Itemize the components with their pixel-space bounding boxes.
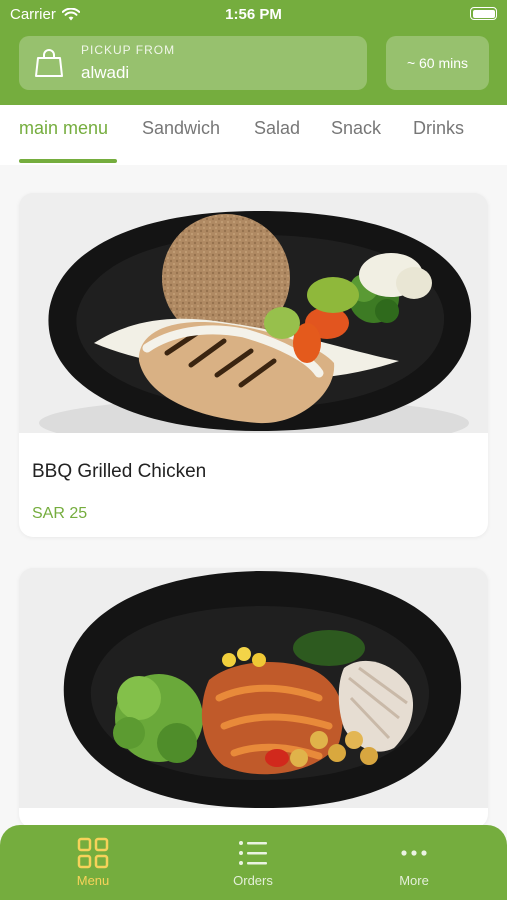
list-icon [239,841,267,865]
product-image [19,568,488,808]
tab-main-menu[interactable]: main menu [19,118,108,139]
status-time: 1:56 PM [225,6,282,23]
shopping-bag-icon [35,49,63,77]
pickup-location-selector[interactable]: PICKUP FROM alwadi [19,36,367,90]
header: Carrier 1:56 PM PICKUP FROM alwadi ~ 60 … [0,0,507,105]
product-name: BBQ Grilled Chicken [32,461,207,482]
pickup-label: PICKUP FROM [81,43,176,57]
category-tabs: main menu Sandwich Salad Snack Drinks [0,105,507,165]
bottom-navigation: Menu Orders More [0,825,507,900]
grid-icon [77,837,109,869]
product-price: SAR 25 [32,505,88,522]
pickup-location-name: alwadi [81,63,130,82]
status-bar: Carrier 1:56 PM [0,0,507,28]
tab-sandwich[interactable]: Sandwich [142,118,220,139]
nav-orders-label: Orders [233,873,273,888]
tab-drinks[interactable]: Drinks [413,118,464,139]
nav-menu[interactable]: Menu [53,837,133,888]
more-icon [401,850,427,856]
nav-orders[interactable]: Orders [213,837,293,888]
product-card[interactable] [19,568,488,828]
active-tab-indicator [19,159,117,163]
tab-snack[interactable]: Snack [331,118,381,139]
nav-more[interactable]: More [374,837,454,888]
estimated-time-button[interactable]: ~ 60 mins [386,36,489,90]
battery-icon [470,7,497,20]
tab-salad[interactable]: Salad [254,118,300,139]
product-image [19,193,488,433]
nav-more-label: More [399,873,429,888]
nav-menu-label: Menu [76,873,110,888]
product-card[interactable]: BBQ Grilled Chicken SAR 25 [19,193,488,537]
